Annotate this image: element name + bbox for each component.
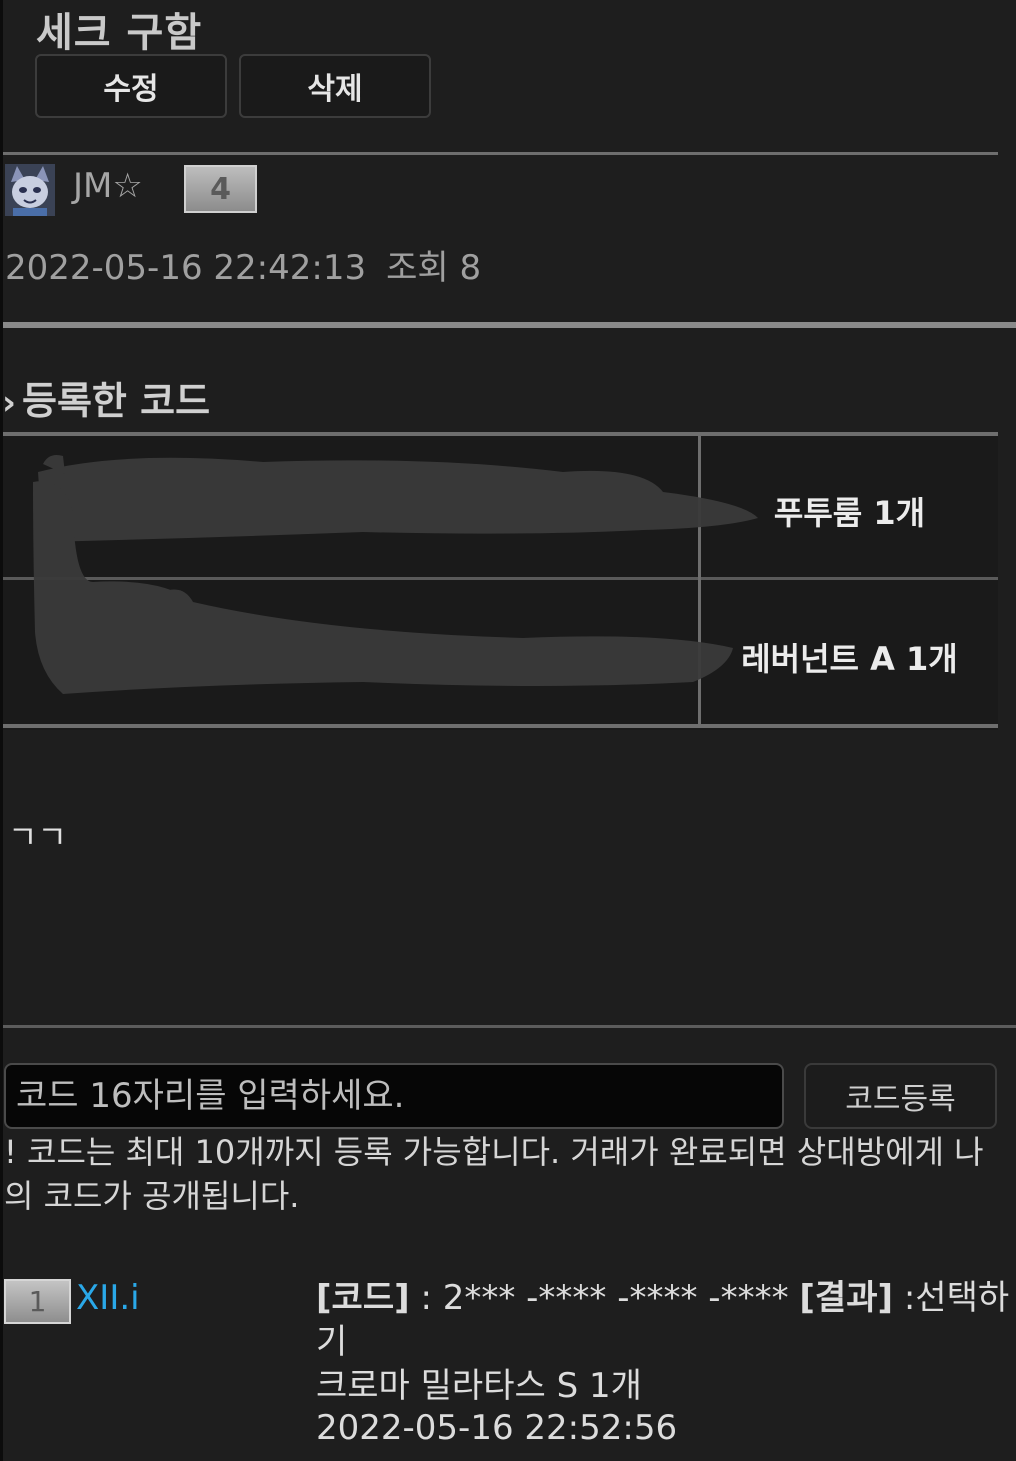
left-edge bbox=[0, 0, 3, 1461]
code-label: [코드] bbox=[316, 1278, 410, 1318]
post-body: ㄱㄱ bbox=[8, 818, 67, 856]
delete-button[interactable]: 삭제 bbox=[239, 54, 431, 118]
divider bbox=[3, 322, 1016, 328]
author-name[interactable]: JM☆ bbox=[73, 166, 143, 206]
code-notice: ! 코드는 최대 10개까지 등록 가능합니다. 거래가 완료되면 상대방에게 … bbox=[4, 1133, 984, 1215]
entry-detail: [코드] : 2*** -**** -**** -**** [결과] :선택하기… bbox=[316, 1276, 1016, 1408]
redaction-scribble bbox=[33, 455, 758, 694]
divider bbox=[3, 152, 998, 155]
registered-codes-heading: › 등록한 코드 bbox=[2, 370, 210, 425]
code-value: : 2*** -**** -**** -**** bbox=[409, 1278, 789, 1318]
section-title: 등록한 코드 bbox=[22, 379, 211, 423]
entry-datetime: 2022-05-16 22:52:56 bbox=[316, 1408, 678, 1448]
entry-level-badge: 1 bbox=[4, 1279, 71, 1324]
chevron-right-icon: › bbox=[2, 383, 17, 423]
avatar[interactable] bbox=[5, 164, 55, 216]
post-meta: 2022-05-16 22:42:13 조회 8 bbox=[5, 240, 481, 289]
code-input[interactable] bbox=[4, 1063, 784, 1129]
edit-button[interactable]: 수정 bbox=[35, 54, 227, 118]
result-label: [결과] bbox=[799, 1278, 894, 1318]
view-count: 조회 8 bbox=[386, 248, 482, 288]
registered-codes-table: 푸투룸 1개 레버넌트 A 1개 bbox=[3, 432, 998, 730]
entry-item: 크로마 밀라타스 S 1개 bbox=[316, 1366, 642, 1406]
post-title: 세크 구함 bbox=[36, 10, 203, 56]
divider bbox=[3, 1025, 1016, 1028]
page: 세크 구함 수정 삭제 JM☆ 4 2022-05-16 22:42:13 조회 … bbox=[0, 0, 1016, 1461]
post-datetime: 2022-05-16 22:42:13 bbox=[5, 248, 367, 288]
author-level-badge: 4 bbox=[184, 165, 257, 213]
entry-username[interactable]: XII.i bbox=[76, 1278, 140, 1318]
register-code-button[interactable]: 코드등록 bbox=[804, 1063, 997, 1129]
